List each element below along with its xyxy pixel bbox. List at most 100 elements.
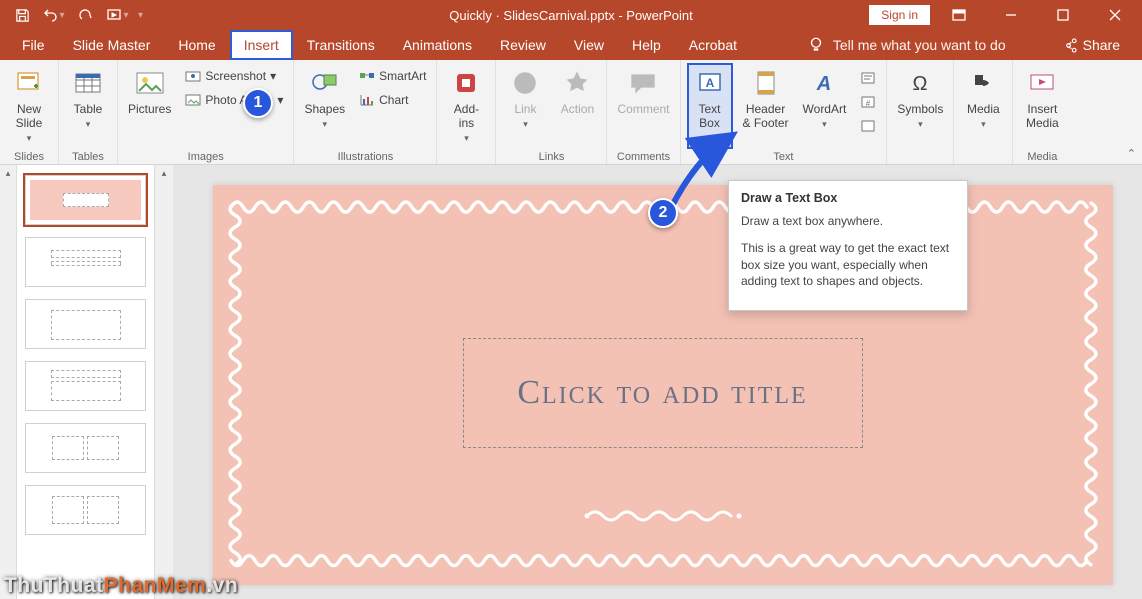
shapes-button[interactable]: Shapes ▾ [300, 63, 349, 149]
ribbon-tabs: File Slide Master Home Insert Transition… [0, 30, 1142, 60]
document-name: Quickly · SlidesCarnival.pptx [449, 8, 614, 23]
chevron-down-icon: ▾ [981, 119, 986, 129]
group-addins: Add- ins ▾ [437, 60, 496, 164]
tell-me-input[interactable]: Tell me what you want to do [833, 37, 1006, 53]
link-icon [509, 67, 541, 99]
addins-label: Add- ins [454, 103, 479, 131]
new-slide-label: New Slide [16, 103, 43, 131]
title-placeholder[interactable]: Click to add title [463, 338, 863, 448]
slide-thumbnail[interactable] [25, 237, 146, 287]
tab-help[interactable]: Help [618, 30, 675, 60]
smartart-button[interactable]: SmartArt [355, 65, 430, 87]
title-separator: - [618, 8, 626, 23]
tab-animations[interactable]: Animations [389, 30, 486, 60]
share-icon [1062, 38, 1077, 53]
screenshot-icon [185, 68, 201, 84]
slide-thumbnail[interactable] [25, 485, 146, 535]
addins-button[interactable]: Add- ins ▾ [443, 63, 489, 149]
tooltip-text: Draw a text box anywhere. [741, 213, 955, 230]
insert-media-button[interactable]: Insert Media [1019, 63, 1065, 149]
share-button[interactable]: Share [1054, 37, 1128, 53]
group-label-tables: Tables [65, 149, 111, 166]
new-slide-button[interactable]: New Slide ▾ [6, 63, 52, 149]
header-footer-label: Header & Footer [743, 103, 789, 131]
tab-acrobat[interactable]: Acrobat [675, 30, 751, 60]
tab-slide-master[interactable]: Slide Master [59, 30, 165, 60]
group-media: Media ▾ [954, 60, 1013, 164]
slide-thumbnail[interactable] [25, 361, 146, 411]
save-icon[interactable] [10, 3, 34, 27]
tab-insert[interactable]: Insert [230, 30, 293, 60]
close-icon[interactable] [1092, 0, 1138, 30]
app-name: PowerPoint [626, 8, 692, 23]
link-button[interactable]: Link ▾ [502, 63, 548, 149]
watermark-text: PhanMem [104, 574, 207, 597]
text-more-3[interactable] [856, 115, 880, 137]
chevron-down-icon: ▾ [523, 119, 528, 129]
chevron-down-icon: ▾ [822, 119, 827, 129]
link-label: Link [514, 103, 536, 117]
slide[interactable]: Click to add title [213, 185, 1113, 585]
insert-media-icon [1026, 67, 1058, 99]
collapse-ribbon-icon[interactable]: ⌃ [1127, 147, 1136, 160]
group-label-images: Images [124, 149, 287, 166]
screenshot-label: Screenshot [205, 69, 266, 83]
table-button[interactable]: Table ▾ [65, 63, 111, 149]
slide-thumbnail[interactable] [25, 299, 146, 349]
tab-transitions[interactable]: Transitions [293, 30, 389, 60]
wordart-button[interactable]: A WordArt ▾ [799, 63, 851, 149]
lightbulb-icon [807, 36, 825, 54]
sign-in-button[interactable]: Sign in [869, 5, 930, 25]
smartart-icon [359, 68, 375, 84]
group-tables: Table ▾ Tables [59, 60, 118, 164]
text-more-2[interactable]: # [856, 91, 880, 113]
annotation-step-2: 2 [648, 198, 678, 228]
slide-thumbnail[interactable] [25, 423, 146, 473]
slide-thumbnail[interactable] [25, 175, 146, 225]
symbols-icon: Ω [904, 67, 936, 99]
group-insert-media: Insert Media Media [1013, 60, 1071, 164]
header-footer-icon [750, 67, 782, 99]
window-title: Quickly · SlidesCarnival.pptx - PowerPoi… [449, 8, 693, 23]
pictures-button[interactable]: Pictures [124, 63, 175, 149]
tooltip-title: Draw a Text Box [741, 191, 955, 205]
group-label-addins [443, 149, 489, 164]
tab-view[interactable]: View [560, 30, 618, 60]
maximize-icon[interactable] [1040, 0, 1086, 30]
redo-icon[interactable] [74, 3, 98, 27]
chart-button[interactable]: Chart [355, 89, 430, 111]
undo-icon[interactable]: ▾ [42, 3, 66, 27]
table-label: Table [74, 103, 103, 117]
minimize-icon[interactable] [988, 0, 1034, 30]
chevron-down-icon: ▾ [323, 119, 328, 129]
photo-album-icon [185, 92, 201, 108]
scroll-up-icon[interactable]: ▴ [0, 165, 17, 182]
canvas-scrollbar[interactable]: ▴ [155, 165, 173, 599]
svg-text:A: A [816, 73, 831, 95]
ribbon-display-options-icon[interactable] [936, 0, 982, 30]
group-illustrations: Shapes ▾ SmartArt Chart Illustrations [294, 60, 437, 164]
group-label-media [960, 149, 1006, 164]
text-more-1[interactable] [856, 67, 880, 89]
tab-home[interactable]: Home [164, 30, 229, 60]
tab-file[interactable]: File [8, 30, 59, 60]
qat-customize-icon[interactable]: ▾ [138, 10, 143, 21]
group-label-slides: Slides [6, 149, 52, 166]
media-button[interactable]: Media ▾ [960, 63, 1006, 149]
chevron-down-icon: ▾ [464, 133, 469, 143]
text-box-icon: A [694, 67, 726, 99]
group-slides: New Slide ▾ Slides [0, 60, 59, 164]
symbols-button[interactable]: Ω Symbols ▾ [893, 63, 947, 149]
action-label: Action [561, 103, 594, 117]
media-icon [967, 67, 999, 99]
date-time-icon [860, 70, 876, 86]
action-button[interactable]: Action [554, 63, 600, 149]
shapes-label: Shapes [304, 103, 345, 117]
scroll-up-icon[interactable]: ▴ [155, 165, 173, 181]
screenshot-button[interactable]: Screenshot ▾ [181, 65, 287, 87]
ribbon: New Slide ▾ Slides Table ▾ Tables Pictur… [0, 60, 1142, 165]
thumbnail-scrollbar[interactable]: ▴ [0, 165, 17, 599]
tab-review[interactable]: Review [486, 30, 560, 60]
chevron-down-icon: ▾ [86, 119, 91, 129]
start-from-beginning-icon[interactable]: ▾ [106, 3, 130, 27]
